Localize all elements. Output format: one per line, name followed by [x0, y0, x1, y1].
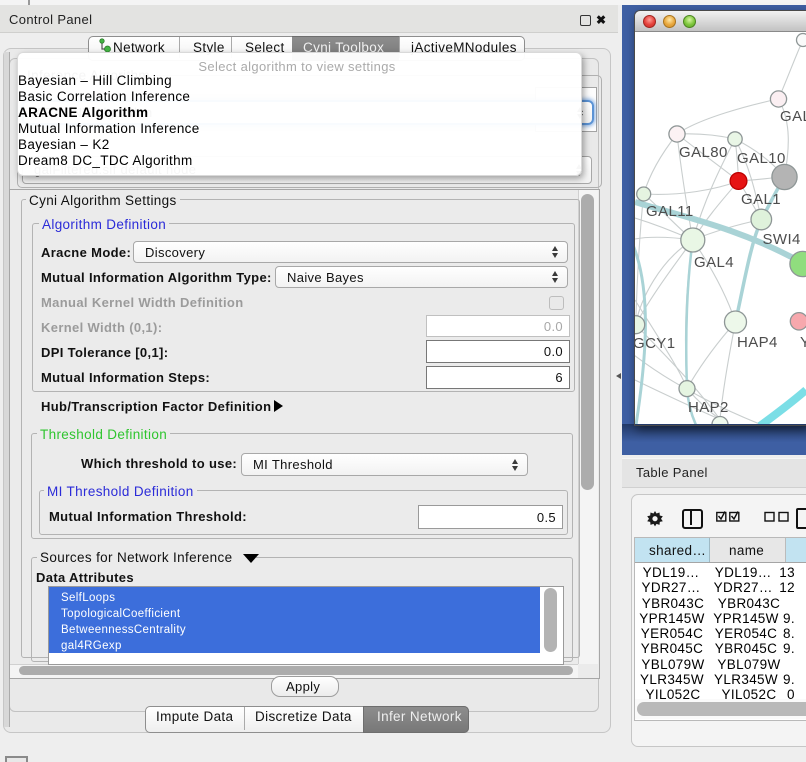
svg-text:GAL11: GAL11: [646, 203, 694, 220]
svg-text:GAL1: GAL1: [741, 191, 781, 208]
svg-text:GCY1: GCY1: [635, 335, 675, 352]
svg-text:Y: Y: [800, 334, 806, 351]
svg-text:HAP2: HAP2: [688, 399, 729, 416]
svg-text:GAL4: GAL4: [694, 254, 734, 271]
svg-text:HAP4: HAP4: [737, 334, 778, 351]
svg-text:GAL80: GAL80: [679, 144, 728, 161]
svg-text:SWI4: SWI4: [763, 231, 801, 248]
svg-text:GAL2: GAL2: [780, 108, 806, 125]
svg-text:GAL10: GAL10: [737, 150, 786, 167]
